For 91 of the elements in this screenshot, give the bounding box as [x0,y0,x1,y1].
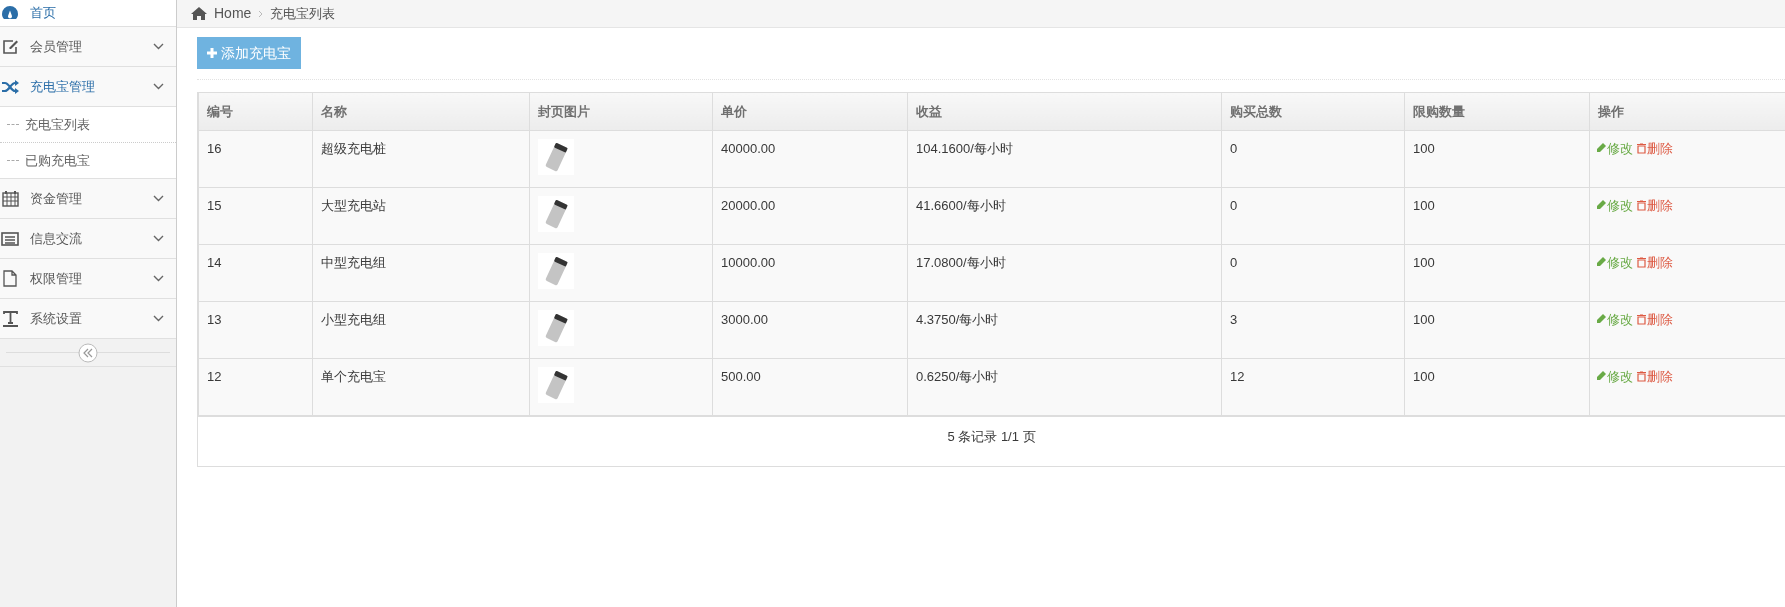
pagination-text: 5 条记录 1/1 页 [947,427,1036,446]
table-cell: 100 [1404,244,1590,301]
table-cell: 14 [198,244,313,301]
delete-link[interactable]: 删除 [1637,366,1673,386]
delete-link[interactable]: 删除 [1637,309,1673,329]
pencil-icon [1596,257,1606,268]
column-header: 名称 [312,93,530,130]
trash-icon [1637,313,1646,325]
table-cell: 0.6250/每小时 [907,358,1222,415]
table-cell: 单个充电宝 [312,358,530,415]
table-cell: 100 [1404,130,1590,187]
table-cell: 17.0800/每小时 [907,244,1222,301]
shuffle-icon [1,79,19,94]
dashboard-icon [1,5,19,21]
table-cell: 41.6600/每小时 [907,187,1222,244]
table-cell: 40000.00 [712,130,908,187]
plus-icon [207,48,217,58]
column-header: 编号 [198,93,313,130]
table-cell: 15 [198,187,313,244]
trash-icon [1637,199,1646,211]
product-thumbnail [538,252,574,289]
table-cell: 0 [1221,244,1405,301]
column-header: 收益 [907,93,1222,130]
table-cell: 4.3750/每小时 [907,301,1222,358]
table-cell: 16 [198,130,313,187]
table-cell: 12 [1221,358,1405,415]
calendar-icon [1,190,19,207]
delete-link[interactable]: 删除 [1637,252,1673,272]
delete-link[interactable]: 删除 [1637,195,1673,215]
sidebar-item[interactable]: 信息交流 [0,219,176,259]
table-cell: 3000.00 [712,301,908,358]
table-cell: 小型充电组 [312,301,530,358]
column-header: 单价 [712,93,908,130]
sidebar-item[interactable]: 权限管理 [0,259,176,299]
text-icon [1,310,19,327]
breadcrumb-item: 充电宝列表 [270,4,336,23]
table-cell: 104.1600/每小时 [907,130,1222,187]
chevron-down-icon [153,195,164,202]
home-icon [191,7,207,20]
sidebar-item[interactable]: 会员管理 [0,27,176,67]
table-cell: 12 [198,358,313,415]
edit-link[interactable]: 修改 [1596,138,1633,158]
chevron-right-icon [258,9,264,18]
sidebar-item[interactable]: 系统设置 [0,299,176,339]
column-header: 限购数量 [1404,93,1590,130]
sidebar-item[interactable]: 资金管理 [0,179,176,219]
edit-link[interactable]: 修改 [1596,195,1633,215]
table-cell: 0 [1221,130,1405,187]
trash-icon [1637,256,1646,268]
table-cell: 超级充电桩 [312,130,530,187]
table-cell: 0 [1221,187,1405,244]
table-cell: 13 [198,301,313,358]
chevron-down-icon [153,43,164,50]
collapse-sidebar-icon[interactable] [78,342,98,363]
document-icon [3,270,17,287]
table-cell: 10000.00 [712,244,908,301]
column-header: 操作 [1589,93,1785,130]
trash-icon [1637,142,1646,154]
product-thumbnail [538,366,574,403]
delete-link[interactable]: 删除 [1637,138,1673,158]
table-cell: 500.00 [712,358,908,415]
product-thumbnail [538,138,574,175]
list-icon [1,231,19,246]
chevron-down-icon [153,315,164,322]
column-header: 购买总数 [1221,93,1405,130]
table-cell: 20000.00 [712,187,908,244]
product-thumbnail [538,309,574,346]
chevron-down-icon [153,83,164,90]
sidebar-item[interactable]: 首页 [0,0,176,27]
product-thumbnail [538,195,574,232]
pencil-icon [1596,200,1606,211]
column-header: 封页图片 [529,93,713,130]
table-cell: 100 [1404,187,1590,244]
table-cell: 中型充电组 [312,244,530,301]
table-cell: 3 [1221,301,1405,358]
breadcrumb-item[interactable]: Home [214,3,252,24]
table-cell: 100 [1404,358,1590,415]
table-cell: 100 [1404,301,1590,358]
edit-link[interactable]: 修改 [1596,309,1633,329]
add-button[interactable]: 添加充电宝 [197,37,301,69]
pencil-icon [1596,371,1606,382]
trash-icon [1637,370,1646,382]
chevron-down-icon [153,275,164,282]
edit-link[interactable]: 修改 [1596,252,1633,272]
edit-link[interactable]: 修改 [1596,366,1633,386]
pencil-icon [1596,143,1606,154]
table-cell: 大型充电站 [312,187,530,244]
edit-icon [1,38,19,55]
pencil-icon [1596,314,1606,325]
sidebar-item[interactable]: 充电宝管理 [0,67,176,107]
chevron-down-icon [153,235,164,242]
